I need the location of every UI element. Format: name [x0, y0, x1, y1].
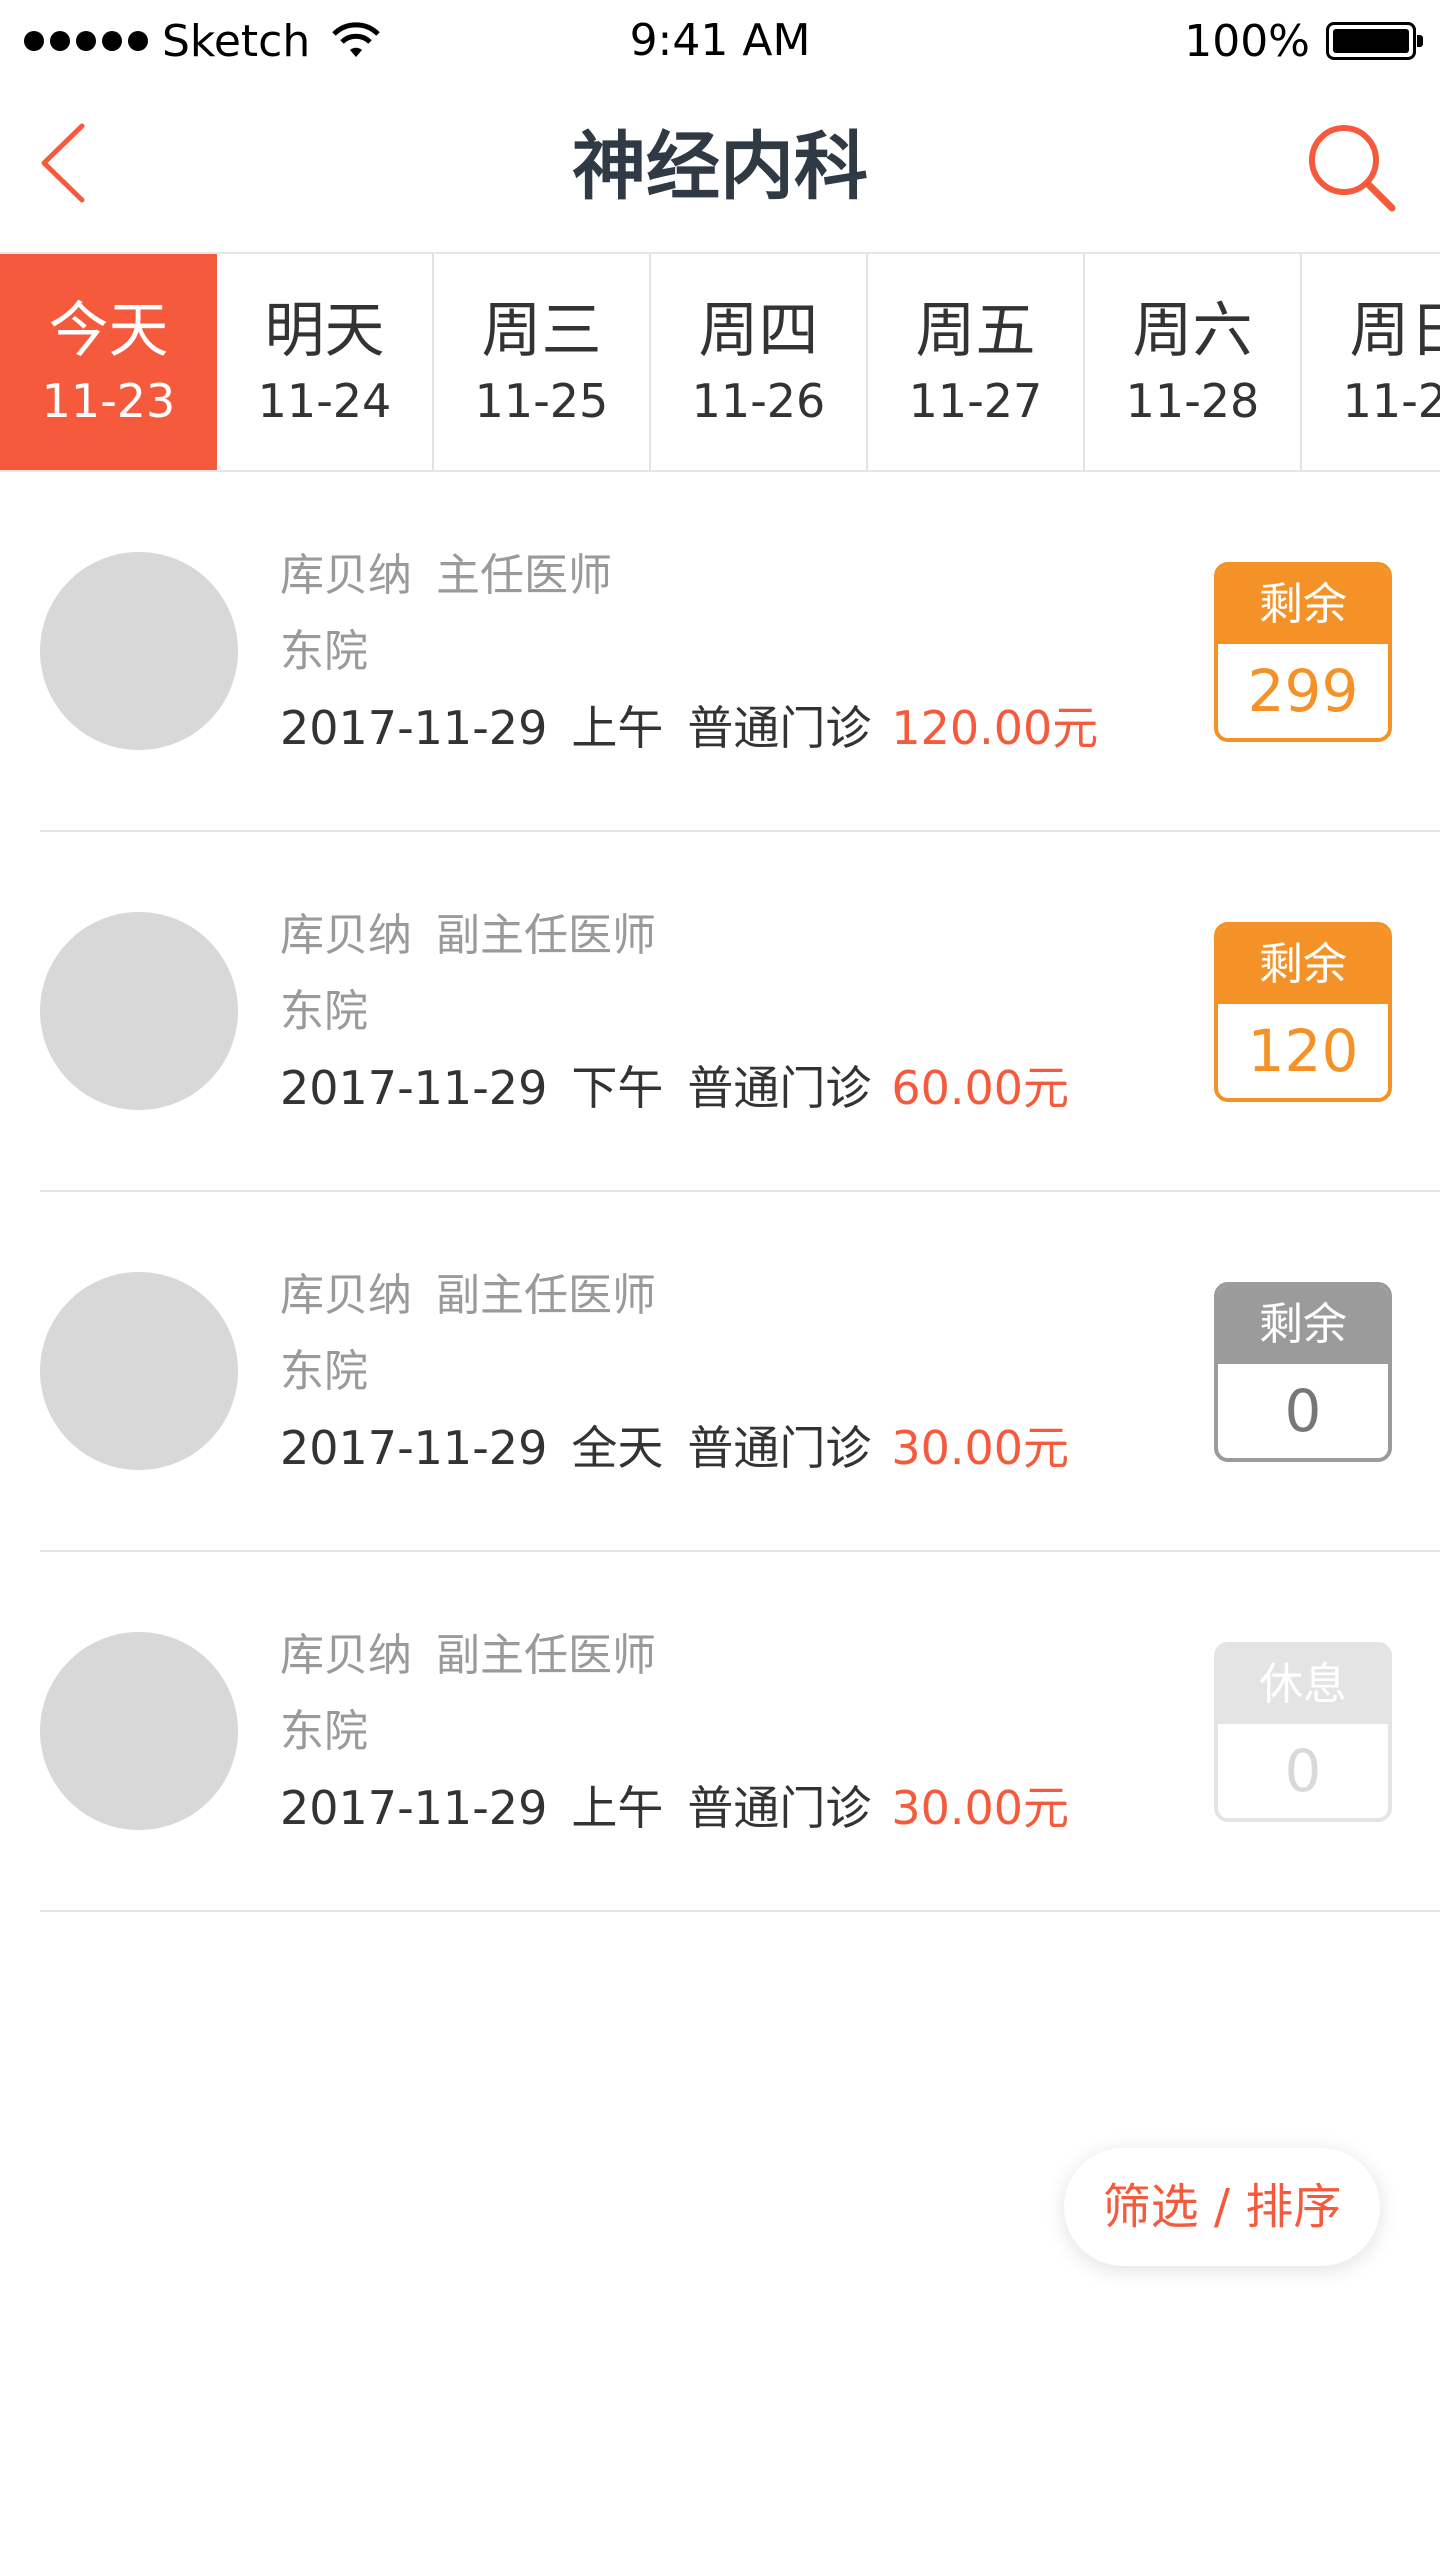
date-tab-day: 周三: [481, 296, 602, 366]
price: 60.00元: [891, 1061, 1070, 1115]
quota-label: 剩余: [1218, 926, 1388, 1004]
price: 120.00元: [891, 701, 1099, 755]
date-tab-day: 周五: [915, 296, 1036, 366]
status-bar: Sketch 9:41 AM 100%: [0, 0, 1440, 82]
doctor-title: 主任医师: [436, 550, 612, 601]
doctor-branch: 东院: [280, 1346, 368, 1397]
doctor-branch: 东院: [280, 986, 368, 1037]
clinic-type: 普通门诊: [687, 1781, 872, 1835]
doctor-info: 库贝纳 主任医师 东院 2017-11-29 上午 普通门诊 120.00元: [280, 546, 1098, 758]
clinic-type: 普通门诊: [687, 1061, 872, 1115]
doctor-title: 副主任医师: [436, 910, 656, 961]
quota-badge: 休息 0: [1214, 1642, 1392, 1822]
doctor-name: 库贝纳: [280, 1270, 412, 1321]
doctor-list-item[interactable]: 库贝纳 副主任医师 东院 2017-11-29 上午 普通门诊 30.00元 休息 0: [40, 1552, 1440, 1912]
quota-badge[interactable]: 剩余 120: [1214, 922, 1392, 1102]
doctor-title: 副主任医师: [436, 1630, 656, 1681]
status-right: 100%: [1184, 14, 1423, 68]
doctor-name: 库贝纳: [280, 550, 412, 601]
date-tab-wednesday[interactable]: 周三 11-25: [434, 254, 651, 470]
schedule-date: 2017-11-29: [280, 1421, 548, 1475]
doctor-title: 副主任医师: [436, 1270, 656, 1321]
doctor-info: 库贝纳 副主任医师 东院 2017-11-29 上午 普通门诊 30.00元: [280, 1626, 1069, 1838]
quota-badge: 剩余 0: [1214, 1282, 1392, 1462]
doctor-branch: 东院: [280, 626, 368, 677]
date-tab-day: 周四: [698, 296, 819, 366]
battery-icon: [1326, 22, 1423, 60]
schedule-date: 2017-11-29: [280, 1781, 548, 1835]
avatar: [40, 552, 238, 750]
schedule-period: 全天: [571, 1421, 664, 1475]
doctor-name: 库贝纳: [280, 910, 412, 961]
date-tab-bar: 今天 11-23 明天 11-24 周三 11-25 周四 11-26 周五 1…: [0, 254, 1440, 472]
schedule-period: 上午: [571, 701, 664, 755]
date-tab-day: 明天: [264, 296, 385, 366]
doctor-list-item[interactable]: 库贝纳 主任医师 东院 2017-11-29 上午 普通门诊 120.00元 剩余 29…: [40, 472, 1440, 832]
battery-percent: 100%: [1184, 15, 1310, 67]
quota-count: 299: [1247, 657, 1359, 725]
date-tab-day: 周六: [1132, 296, 1253, 366]
quota-label: 剩余: [1218, 566, 1388, 644]
date-tab-day: 周日: [1349, 296, 1440, 366]
avatar: [40, 1632, 238, 1830]
quota-label: 剩余: [1218, 1286, 1388, 1364]
price: 30.00元: [891, 1781, 1070, 1835]
avatar: [40, 1272, 238, 1470]
date-tab-date: 11-28: [1125, 374, 1260, 428]
clinic-type: 普通门诊: [687, 701, 872, 755]
nav-bar: 神经内科: [0, 82, 1440, 254]
date-tab-friday[interactable]: 周五 11-27: [868, 254, 1085, 470]
page-title: 神经内科: [572, 124, 868, 210]
quota-count: 120: [1247, 1017, 1359, 1085]
filter-sort-button[interactable]: 筛选 / 排序: [1064, 2148, 1380, 2266]
doctor-list: 库贝纳 主任医师 东院 2017-11-29 上午 普通门诊 120.00元 剩余 29…: [0, 472, 1440, 1912]
quota-count: 0: [1284, 1377, 1322, 1445]
date-tab-today[interactable]: 今天 11-23: [0, 254, 217, 470]
schedule-date: 2017-11-29: [280, 701, 548, 755]
date-tab-date: 11-29: [1342, 374, 1440, 428]
doctor-name: 库贝纳: [280, 1630, 412, 1681]
doctor-list-item[interactable]: 库贝纳 副主任医师 东院 2017-11-29 全天 普通门诊 30.00元 剩余 0: [40, 1192, 1440, 1552]
quota-count: 0: [1284, 1737, 1322, 1805]
price: 30.00元: [891, 1421, 1070, 1475]
doctor-list-item[interactable]: 库贝纳 副主任医师 东院 2017-11-29 下午 普通门诊 60.00元 剩余 12…: [40, 832, 1440, 1192]
date-tab-tomorrow[interactable]: 明天 11-24: [217, 254, 434, 470]
schedule-period: 上午: [571, 1781, 664, 1835]
doctor-info: 库贝纳 副主任医师 东院 2017-11-29 下午 普通门诊 60.00元: [280, 906, 1069, 1118]
date-tab-date: 11-23: [41, 374, 176, 428]
schedule-period: 下午: [571, 1061, 664, 1115]
doctor-info: 库贝纳 副主任医师 东院 2017-11-29 全天 普通门诊 30.00元: [280, 1266, 1069, 1478]
date-tab-date: 11-25: [474, 374, 609, 428]
date-tab-sunday[interactable]: 周日 11-29: [1302, 254, 1440, 470]
quota-badge[interactable]: 剩余 299: [1214, 562, 1392, 742]
schedule-date: 2017-11-29: [280, 1061, 548, 1115]
doctor-branch: 东院: [280, 1706, 368, 1757]
date-tab-day: 今天: [48, 296, 169, 366]
avatar: [40, 912, 238, 1110]
quota-label: 休息: [1218, 1646, 1388, 1724]
date-tab-thursday[interactable]: 周四 11-26: [651, 254, 868, 470]
date-tab-date: 11-26: [691, 374, 826, 428]
search-icon[interactable]: [1304, 120, 1400, 216]
date-tab-date: 11-27: [908, 374, 1043, 428]
date-tab-date: 11-24: [257, 374, 392, 428]
date-tab-saturday[interactable]: 周六 11-28: [1085, 254, 1302, 470]
clinic-type: 普通门诊: [687, 1421, 872, 1475]
